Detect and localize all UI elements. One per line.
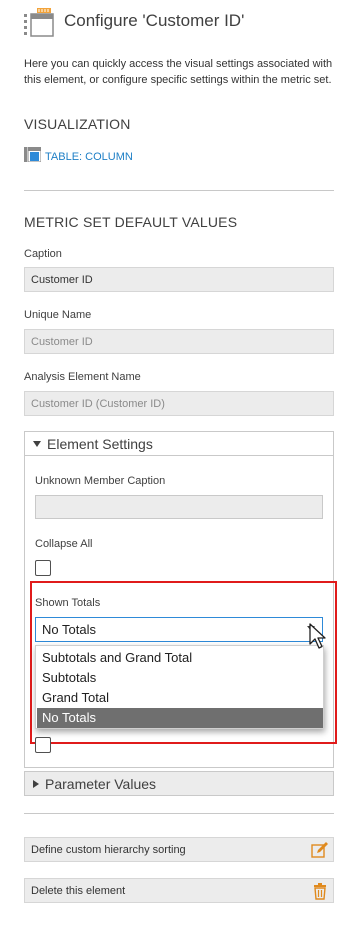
option-subtotals[interactable]: Subtotals [37,668,323,688]
option-subtotals-and-grand-total[interactable]: Subtotals and Grand Total [37,648,323,668]
unique-name-field: Customer ID [24,329,334,354]
collapse-all-label: Collapse All [35,538,93,550]
element-settings-header[interactable]: Element Settings [24,431,334,456]
unique-name-label: Unique Name [24,309,92,321]
parameter-values-header[interactable]: Parameter Values [24,771,334,796]
caption-field[interactable]: Customer ID [24,267,334,292]
unknown-member-caption-input[interactable] [35,495,323,519]
define-custom-sorting-label: Define custom hierarchy sorting [31,844,186,856]
visualization-link[interactable]: TABLE: COLUMN [24,146,133,167]
divider [24,813,334,814]
collapse-all-checkbox[interactable] [35,560,51,576]
delete-element-label: Delete this element [31,885,126,897]
hidden-option-checkbox[interactable] [35,737,51,753]
mouse-cursor-icon [308,622,328,652]
parameter-values-title: Parameter Values [45,775,157,792]
unknown-member-caption-label: Unknown Member Caption [35,475,166,487]
analysis-element-field: Customer ID (Customer ID) [24,391,334,416]
description-text: Here you can quickly access the visual s… [24,58,333,86]
divider [24,190,334,191]
shown-totals-dropdown: Subtotals and Grand Total Subtotals Gran… [35,645,324,729]
table-column-icon [24,146,42,167]
caption-label: Caption [24,248,62,260]
edit-pencil-icon [311,841,329,859]
visualization-link-label: TABLE: COLUMN [45,151,133,163]
option-no-totals[interactable]: No Totals [37,708,323,728]
visualization-heading: VISUALIZATION [24,116,131,132]
shown-totals-select[interactable]: No Totals [35,617,323,642]
analysis-element-label: Analysis Element Name [24,371,141,383]
delete-element-button[interactable]: Delete this element [24,878,334,903]
table-column-settings-icon [23,8,55,38]
option-grand-total[interactable]: Grand Total [37,688,323,708]
element-settings-title: Element Settings [47,435,153,452]
trash-icon [311,882,329,900]
page-title: Configure 'Customer ID' [64,11,245,30]
caret-right-icon [33,779,39,788]
define-custom-sorting-button[interactable]: Define custom hierarchy sorting [24,837,334,862]
caret-down-icon [33,440,41,447]
shown-totals-label: Shown Totals [35,597,101,609]
metric-set-heading: METRIC SET DEFAULT VALUES [24,214,238,230]
